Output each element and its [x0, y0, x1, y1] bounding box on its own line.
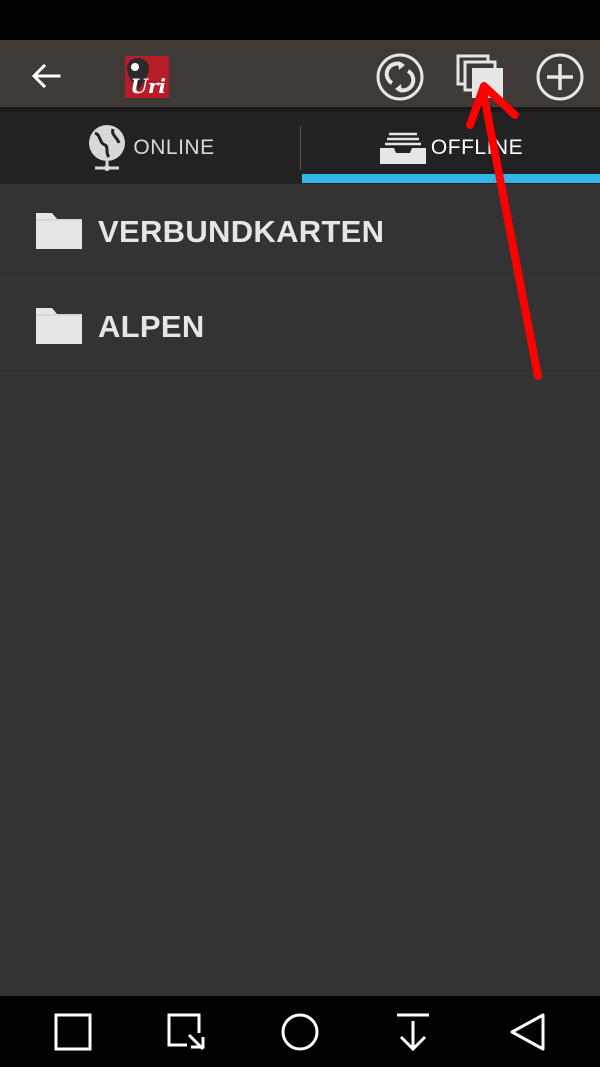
tab-selected-indicator — [302, 174, 600, 183]
tab-offline-label: OFFLINE — [430, 136, 524, 159]
back-button[interactable] — [22, 52, 70, 100]
square-icon — [54, 1013, 92, 1050]
globe-icon — [89, 125, 126, 171]
arrow-back-icon — [31, 63, 61, 89]
tray-icon — [379, 132, 426, 164]
screenshot-button[interactable] — [146, 996, 226, 1067]
folder-icon — [36, 213, 82, 249]
home-button[interactable] — [260, 996, 340, 1067]
folder-list: VERBUNDKARTEN ALPEN — [0, 184, 600, 374]
list-item-label: ALPEN — [98, 309, 205, 344]
add-circle-icon — [536, 53, 584, 101]
layers-icon — [456, 54, 503, 98]
screenshot-icon — [167, 1013, 205, 1050]
logo-text: Uri — [130, 74, 166, 98]
status-bar — [0, 0, 600, 40]
download-icon — [397, 1013, 429, 1051]
layers-button[interactable] — [454, 51, 506, 103]
sync-button[interactable] — [374, 51, 426, 103]
tab-online-label: ONLINE — [133, 136, 215, 159]
navigation-bar — [0, 996, 600, 1067]
add-button[interactable] — [534, 51, 586, 103]
app-logo: Uri — [125, 56, 169, 98]
list-item-verbundkarten[interactable]: VERBUNDKARTEN — [0, 184, 600, 279]
back-triangle-icon — [510, 1013, 545, 1050]
home-circle-icon — [281, 1013, 319, 1050]
list-item-label: VERBUNDKARTEN — [98, 214, 385, 249]
tab-online[interactable]: ONLINE — [0, 112, 300, 184]
list-item-alpen[interactable]: ALPEN — [0, 279, 600, 374]
folder-icon — [36, 308, 82, 344]
action-bar — [0, 40, 600, 107]
back-nav-button[interactable] — [487, 996, 567, 1067]
recent-apps-button[interactable] — [33, 996, 113, 1067]
download-button[interactable] — [373, 996, 453, 1067]
sync-icon — [376, 53, 424, 101]
